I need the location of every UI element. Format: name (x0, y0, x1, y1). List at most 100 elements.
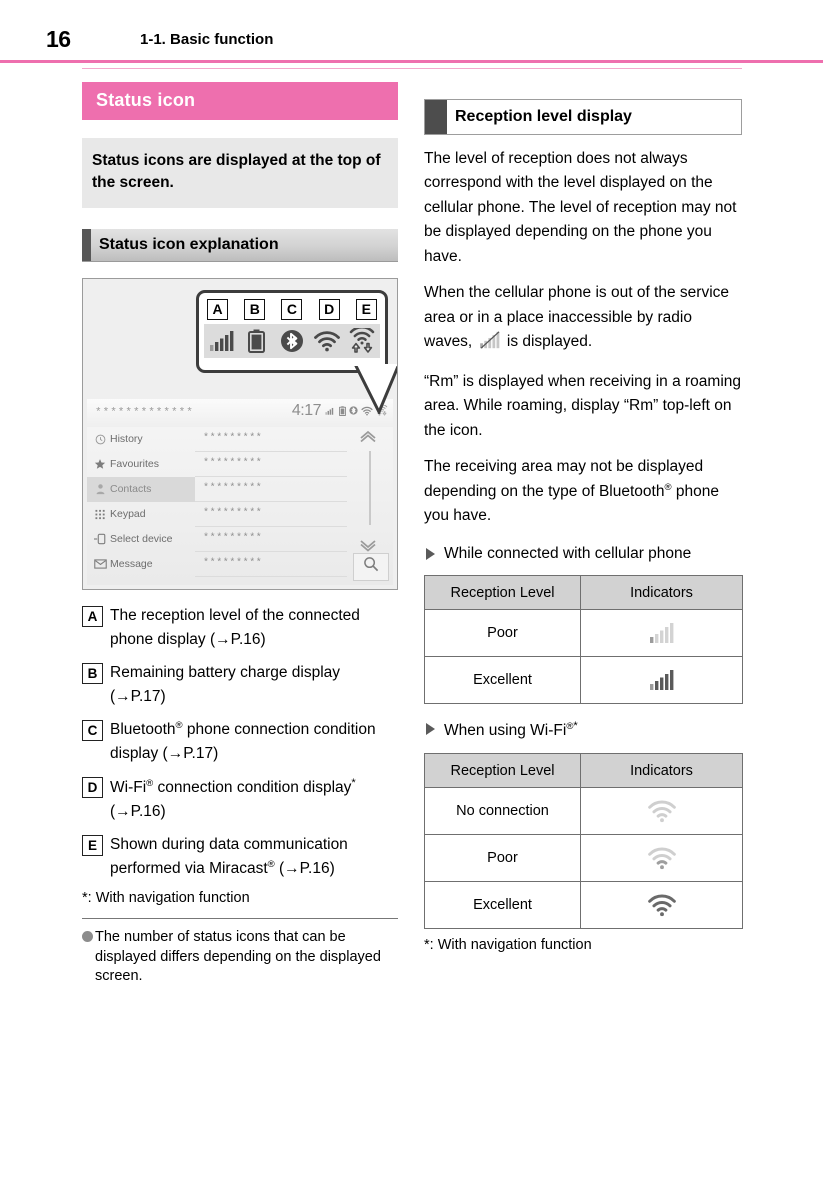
list-item[interactable]: Favourites ********* (87, 452, 393, 477)
bluetooth-icon (277, 327, 307, 355)
clock-icon (93, 434, 107, 445)
paragraph-2: When the cellular phone is out of the se… (424, 281, 742, 357)
left-column: Status icon Status icons are displayed a… (82, 82, 398, 987)
cell-level: Excellent (424, 656, 581, 705)
chevron-up-icon[interactable] (359, 429, 377, 447)
cellular-reception-table: Reception Level Indicators Poor Excellen… (424, 575, 743, 705)
contacts-icon (93, 483, 107, 495)
legend-text: Wi-Fi® connection condition display* (→P… (110, 777, 356, 821)
column-header-level: Reception Level (424, 575, 581, 611)
list-item[interactable]: Select device ********* (87, 527, 393, 552)
subhead-label: Reception level display (455, 108, 632, 125)
list-item-label-wrap: Keypad (87, 502, 195, 527)
subhead-label: Status icon explanation (99, 235, 279, 253)
list-item[interactable]: Contacts ********* (87, 476, 393, 502)
legend-key: D (82, 777, 103, 799)
wifi-icon (581, 835, 742, 881)
list-item-value: ********* (195, 477, 347, 502)
table-header-row: Reception Level Indicators (424, 753, 743, 789)
legend-text: Bluetooth® phone connection condition di… (110, 719, 376, 763)
callout-icon-row (204, 323, 380, 358)
legend-footnote: *: With navigation function (82, 890, 250, 907)
paragraph-1: The level of reception does not always c… (424, 150, 737, 265)
list-item-label-wrap: Message (87, 552, 195, 577)
subsection-heading-wifi: When using Wi-Fi®* (424, 718, 742, 743)
list-item-label-wrap: History (87, 427, 195, 452)
column-header-indicators: Indicators (580, 753, 743, 789)
list-item-value: ********* (195, 452, 347, 477)
head-unit-scroll-controls[interactable] (351, 429, 389, 557)
signal-bars-icon (325, 408, 334, 416)
wifi-icon (312, 327, 342, 355)
search-button[interactable] (353, 552, 389, 581)
list-item-label-wrap: Favourites (87, 452, 195, 477)
subhead-marker (425, 100, 447, 134)
list-item-label: Keypad (110, 508, 146, 521)
select-device-icon (93, 533, 107, 545)
legend-key: B (82, 662, 103, 684)
head-unit-screen: ************* 4:17 History ********* Fav… (87, 398, 393, 585)
legend-item-b: B Remaining battery charge display (→P.1… (82, 661, 398, 709)
wifi-icon (581, 882, 742, 928)
column-header-level: Reception Level (424, 753, 581, 789)
cell-level: No connection (424, 787, 581, 836)
column-header-indicators: Indicators (580, 575, 743, 611)
list-item-label: Message (110, 558, 153, 571)
subhead-reception-level-display: Reception level display (424, 99, 742, 135)
keypad-icon (93, 509, 107, 520)
cell-indicator (580, 881, 743, 930)
list-item[interactable]: History ********* (87, 427, 393, 452)
legend-item-d: D Wi-Fi® connection condition display* (… (82, 775, 398, 824)
wifi-icon (581, 788, 742, 834)
status-icon-banner: Status icon (82, 82, 398, 120)
signal-bars-icon (581, 657, 742, 703)
triangle-bullet-icon (426, 723, 435, 736)
list-item[interactable]: Keypad ********* (87, 502, 393, 527)
subsection-heading-cellular: While connected with cellular phone (424, 543, 742, 565)
legend-text: The reception level of the connected pho… (110, 606, 360, 648)
legend-key: A (82, 605, 103, 627)
callout-letter-b: B (244, 298, 266, 320)
signal-bars-icon (207, 327, 237, 355)
subhead-marker (82, 228, 91, 261)
scrollbar[interactable] (369, 450, 371, 525)
cell-level: Excellent (424, 881, 581, 930)
legend-item-e: E Shown during data communication perfor… (82, 833, 398, 881)
lead-box: Status icons are displayed at the top of… (82, 138, 398, 208)
callout-letter-a: A (207, 298, 229, 320)
list-item-value: ********* (195, 427, 347, 452)
search-icon (363, 556, 379, 577)
note-block: The number of status icons that can be d… (82, 928, 398, 987)
callout-letter-c: C (281, 298, 303, 320)
list-item[interactable]: Message ********* (87, 552, 393, 577)
table-row: Excellent (424, 656, 743, 705)
list-item-value: ********* (195, 527, 347, 552)
legend-text: Remaining battery charge display (→P.17) (110, 663, 341, 705)
callout-balloon: A B C D E (196, 289, 388, 373)
wifi-table-footnote: *: With navigation function (424, 937, 592, 954)
list-item-value: ********* (195, 552, 347, 577)
legend-item-c: C Bluetooth® phone connection condition … (82, 718, 398, 766)
right-column: Reception level display The level of rec… (424, 78, 743, 954)
wifi-reception-table: Reception Level Indicators No connection (424, 753, 743, 930)
battery-icon (339, 406, 346, 416)
page-number: 16 (46, 26, 71, 52)
table-row: Excellent (424, 881, 743, 930)
list-item-label: History (110, 433, 143, 446)
legend-key: E (82, 835, 103, 857)
legend-item-a: A The reception level of the connected p… (82, 604, 398, 652)
table-header-row: Reception Level Indicators (424, 575, 743, 611)
head-unit-status-bar: ************* 4:17 (87, 398, 393, 427)
battery-icon (242, 327, 272, 355)
table-row: Poor (424, 609, 743, 658)
note-text: The number of status icons that can be d… (95, 929, 381, 985)
signal-bars-icon (581, 610, 742, 656)
header-rule-thin (82, 68, 742, 69)
list-item-label: Favourites (110, 458, 160, 471)
legend-list: A The reception level of the connected p… (82, 604, 398, 906)
star-icon (93, 458, 107, 470)
head-unit-menu-list: History ********* Favourites ********* C… (87, 427, 393, 585)
note-divider (82, 918, 398, 920)
triangle-bullet-icon (426, 547, 435, 560)
cell-indicator (580, 656, 743, 705)
